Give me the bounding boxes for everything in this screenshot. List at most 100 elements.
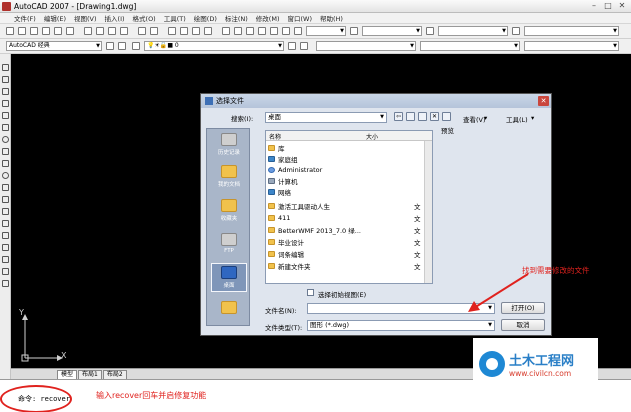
help-icon[interactable] <box>294 27 302 35</box>
up-folder-icon[interactable] <box>406 112 415 121</box>
tab-layout2[interactable]: 布局2 <box>102 370 127 379</box>
zoom-previous-icon[interactable] <box>204 27 212 35</box>
list-item[interactable]: 毕业设计 文 <box>268 237 432 247</box>
undo-icon[interactable] <box>138 27 146 35</box>
view-menu[interactable]: 查看(V) <box>463 114 486 124</box>
menu-format[interactable]: 格式(O) <box>133 13 156 23</box>
tool-palettes-icon[interactable] <box>246 27 254 35</box>
list-item[interactable]: 411 文 <box>268 213 432 223</box>
search-web-icon[interactable] <box>418 112 427 121</box>
open-icon[interactable] <box>18 27 26 35</box>
match-properties-icon[interactable] <box>120 27 128 35</box>
publish-icon[interactable] <box>66 27 74 35</box>
sheet-set-icon[interactable] <box>258 27 266 35</box>
menu-tools[interactable]: 工具(T) <box>164 13 186 23</box>
initial-view-checkbox[interactable] <box>307 289 314 296</box>
lookin-combo[interactable]: 桌面 ▼ <box>265 112 387 123</box>
construction-line-icon[interactable] <box>2 76 9 83</box>
line-icon[interactable] <box>2 64 9 71</box>
new-folder-icon[interactable] <box>442 112 451 121</box>
list-item[interactable]: Administrator <box>268 165 432 175</box>
quickcalc-icon[interactable] <box>282 27 290 35</box>
color-combo[interactable]: ▼ <box>316 41 416 51</box>
plot-style-combo[interactable]: ▼ <box>524 26 619 36</box>
list-item[interactable]: 激活工具驱动人生 文 <box>268 201 432 211</box>
list-item[interactable]: 新建文件夹 文 <box>268 261 432 271</box>
gradient-icon[interactable] <box>2 244 9 251</box>
list-item[interactable]: 网络 <box>268 187 432 197</box>
back-icon[interactable]: ⇦ <box>394 112 403 121</box>
file-list-scrollbar[interactable] <box>424 141 432 283</box>
workspace-combo[interactable]: AutoCAD 经典 ▼ <box>6 41 102 51</box>
menu-view[interactable]: 视图(V) <box>74 13 97 23</box>
menu-help[interactable]: 帮助(H) <box>320 13 343 23</box>
tools-menu-arrow-icon[interactable]: ▾ <box>531 114 534 122</box>
place-ftp[interactable]: FTP <box>211 233 247 254</box>
tools-menu[interactable]: 工具(L) <box>506 114 528 124</box>
column-name[interactable]: 名称 <box>269 132 281 141</box>
new-icon[interactable] <box>6 27 14 35</box>
zoom-realtime-icon[interactable] <box>180 27 188 35</box>
list-item[interactable]: BetterWMF 2013_7.0 绿... 文 <box>268 225 432 235</box>
table-icon[interactable] <box>2 268 9 275</box>
cut-icon[interactable] <box>84 27 92 35</box>
list-item[interactable]: 库 <box>268 143 432 153</box>
ellipse-icon[interactable] <box>2 172 9 179</box>
save-icon[interactable] <box>30 27 38 35</box>
pan-icon[interactable] <box>168 27 176 35</box>
tab-layout1[interactable]: 布局1 <box>78 370 102 379</box>
insert-block-icon[interactable] <box>2 196 9 203</box>
place-history[interactable]: 历史记录 <box>211 133 247 156</box>
preview-icon[interactable] <box>54 27 62 35</box>
cancel-button[interactable]: 取消 <box>501 319 545 331</box>
save-workspace-icon[interactable] <box>118 42 126 50</box>
dimension-style-combo[interactable]: ▼ <box>362 26 422 36</box>
maximize-icon[interactable]: □ <box>603 1 613 11</box>
properties-icon[interactable] <box>222 27 230 35</box>
arc-icon[interactable] <box>2 124 9 131</box>
make-current-layer-icon[interactable] <box>288 42 296 50</box>
menu-draw[interactable]: 绘图(D) <box>194 13 217 23</box>
menu-dimension[interactable]: 标注(N) <box>225 13 248 23</box>
close-icon[interactable]: ✕ <box>617 1 627 11</box>
ellipse-arc-icon[interactable] <box>2 184 9 191</box>
place-buzzsaw[interactable] <box>211 301 247 314</box>
layer-manager-icon[interactable] <box>132 42 140 50</box>
plot-style-icon[interactable] <box>512 27 520 35</box>
copy-icon[interactable] <box>96 27 104 35</box>
dialog-close-icon[interactable]: ✕ <box>538 96 549 106</box>
paste-icon[interactable] <box>108 27 116 35</box>
text-style-combo[interactable]: ▼ <box>306 26 346 36</box>
place-favorites[interactable]: 收藏夹 <box>211 199 247 222</box>
design-center-icon[interactable] <box>234 27 242 35</box>
lineweight-combo[interactable]: ▼ <box>524 41 619 51</box>
hatch-icon[interactable] <box>2 232 9 239</box>
column-size[interactable]: 大小 <box>366 132 378 141</box>
dim-style-icon[interactable] <box>350 27 358 35</box>
place-my-documents[interactable]: 我的文档 <box>211 165 247 188</box>
layer-previous-icon[interactable] <box>300 42 308 50</box>
tab-model[interactable]: 模型 <box>57 370 78 379</box>
table-style-combo[interactable]: ▼ <box>438 26 508 36</box>
zoom-window-icon[interactable] <box>192 27 200 35</box>
list-item[interactable]: 家庭组 <box>268 154 432 164</box>
linetype-combo[interactable]: ▼ <box>420 41 520 51</box>
workspace-settings-icon[interactable] <box>106 42 114 50</box>
minimize-icon[interactable]: – <box>589 1 599 11</box>
view-menu-arrow-icon[interactable]: ▾ <box>484 114 487 122</box>
circle-icon[interactable] <box>2 136 9 143</box>
list-item[interactable]: 词条编辑 文 <box>268 249 432 259</box>
list-item[interactable]: 计算机 <box>268 176 432 186</box>
multiline-text-icon[interactable] <box>2 280 9 287</box>
delete-icon[interactable]: ✕ <box>430 112 439 121</box>
file-list[interactable]: 名称 大小 库 家庭组 Administrator 计算机 网络 激活工具驱动人… <box>265 130 433 284</box>
region-icon[interactable] <box>2 256 9 263</box>
layer-combo[interactable]: 💡☀🔓■ 0 ▼ <box>144 41 284 51</box>
revision-cloud-icon[interactable] <box>2 148 9 155</box>
rectangle-icon[interactable] <box>2 112 9 119</box>
menu-modify[interactable]: 修改(M) <box>256 13 280 23</box>
spline-icon[interactable] <box>2 160 9 167</box>
polyline-icon[interactable] <box>2 88 9 95</box>
place-desktop[interactable]: 桌面 <box>211 263 247 292</box>
polygon-icon[interactable] <box>2 100 9 107</box>
